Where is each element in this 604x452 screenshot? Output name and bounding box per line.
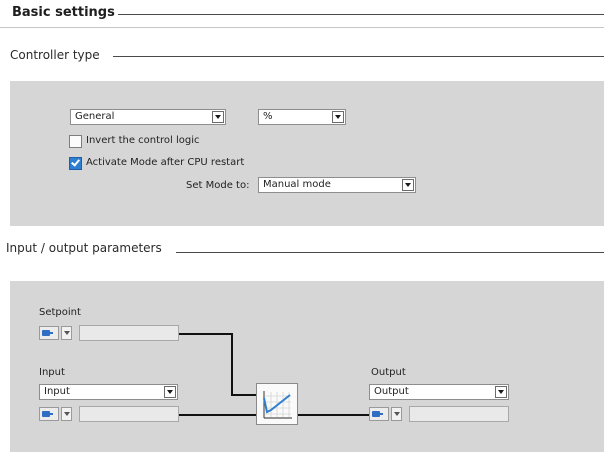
activate-mode-checkbox[interactable] (69, 157, 82, 170)
set-mode-select[interactable]: Manual mode (258, 177, 416, 193)
activate-mode-label: Activate Mode after CPU restart (86, 157, 245, 168)
output-pointer-button[interactable] (369, 407, 389, 421)
plug-icon (372, 411, 383, 417)
plug-icon (42, 411, 53, 417)
pid-graph-icon (263, 391, 292, 419)
invert-logic-label: Invert the control logic (86, 135, 200, 146)
set-mode-label: Set Mode to: (186, 180, 250, 191)
set-mode-value: Manual mode (263, 179, 331, 190)
chevron-down-icon[interactable] (164, 386, 176, 398)
output-label: Output (371, 367, 406, 378)
chevron-down-icon[interactable] (212, 111, 224, 123)
controller-type-select[interactable]: General (70, 109, 226, 125)
checkmark-icon (71, 157, 80, 167)
unit-value: % (263, 111, 273, 122)
setpoint-connector (231, 394, 256, 396)
basic-settings-rule (118, 14, 604, 15)
unit-select[interactable]: % (258, 109, 346, 125)
controller-type-title: Controller type (10, 48, 100, 62)
controller-type-panel (10, 81, 604, 226)
setpoint-field[interactable] (79, 325, 179, 341)
plug-icon (42, 330, 53, 336)
setpoint-label: Setpoint (39, 307, 81, 318)
output-select[interactable]: Output (369, 384, 509, 400)
chevron-down-icon[interactable] (402, 179, 414, 191)
output-pointer-dropdown[interactable] (391, 407, 402, 421)
input-connector (179, 414, 256, 416)
output-field[interactable] (409, 406, 509, 422)
pid-controller-icon (256, 383, 298, 425)
setpoint-connector (231, 333, 233, 396)
output-connector (298, 414, 369, 416)
setpoint-connector (179, 333, 232, 335)
input-pointer-dropdown[interactable] (61, 407, 72, 421)
setpoint-pointer-dropdown[interactable] (61, 326, 72, 340)
chevron-down-icon[interactable] (332, 111, 344, 123)
setpoint-pointer-button[interactable] (39, 326, 59, 340)
io-parameters-rule (176, 252, 604, 253)
input-select[interactable]: Input (39, 384, 178, 400)
input-select-value: Input (44, 386, 70, 397)
input-field[interactable] (79, 406, 179, 422)
output-select-value: Output (374, 386, 409, 397)
input-pointer-button[interactable] (39, 407, 59, 421)
invert-logic-checkbox[interactable] (69, 135, 82, 148)
input-label: Input (39, 367, 65, 378)
io-parameters-panel (10, 281, 604, 452)
controller-type-rule (113, 56, 604, 57)
divider (0, 27, 604, 28)
controller-type-value: General (75, 111, 115, 122)
io-parameters-title: Input / output parameters (6, 241, 162, 255)
basic-settings-title: Basic settings (12, 5, 115, 20)
chevron-down-icon[interactable] (495, 386, 507, 398)
